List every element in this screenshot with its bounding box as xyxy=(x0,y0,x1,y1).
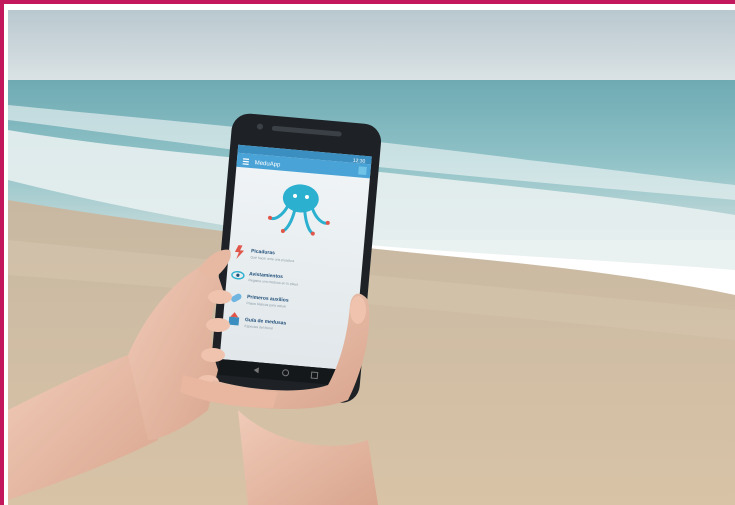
beach-scene: 12:30 MeduApp Picaduras Qué hacer ante u… xyxy=(8,10,735,505)
sky xyxy=(8,10,735,90)
book-icon xyxy=(228,316,240,326)
photo: 12:30 MeduApp Picaduras Qué hacer ante u… xyxy=(8,10,735,505)
logo-badge-icon[interactable] xyxy=(358,166,367,176)
